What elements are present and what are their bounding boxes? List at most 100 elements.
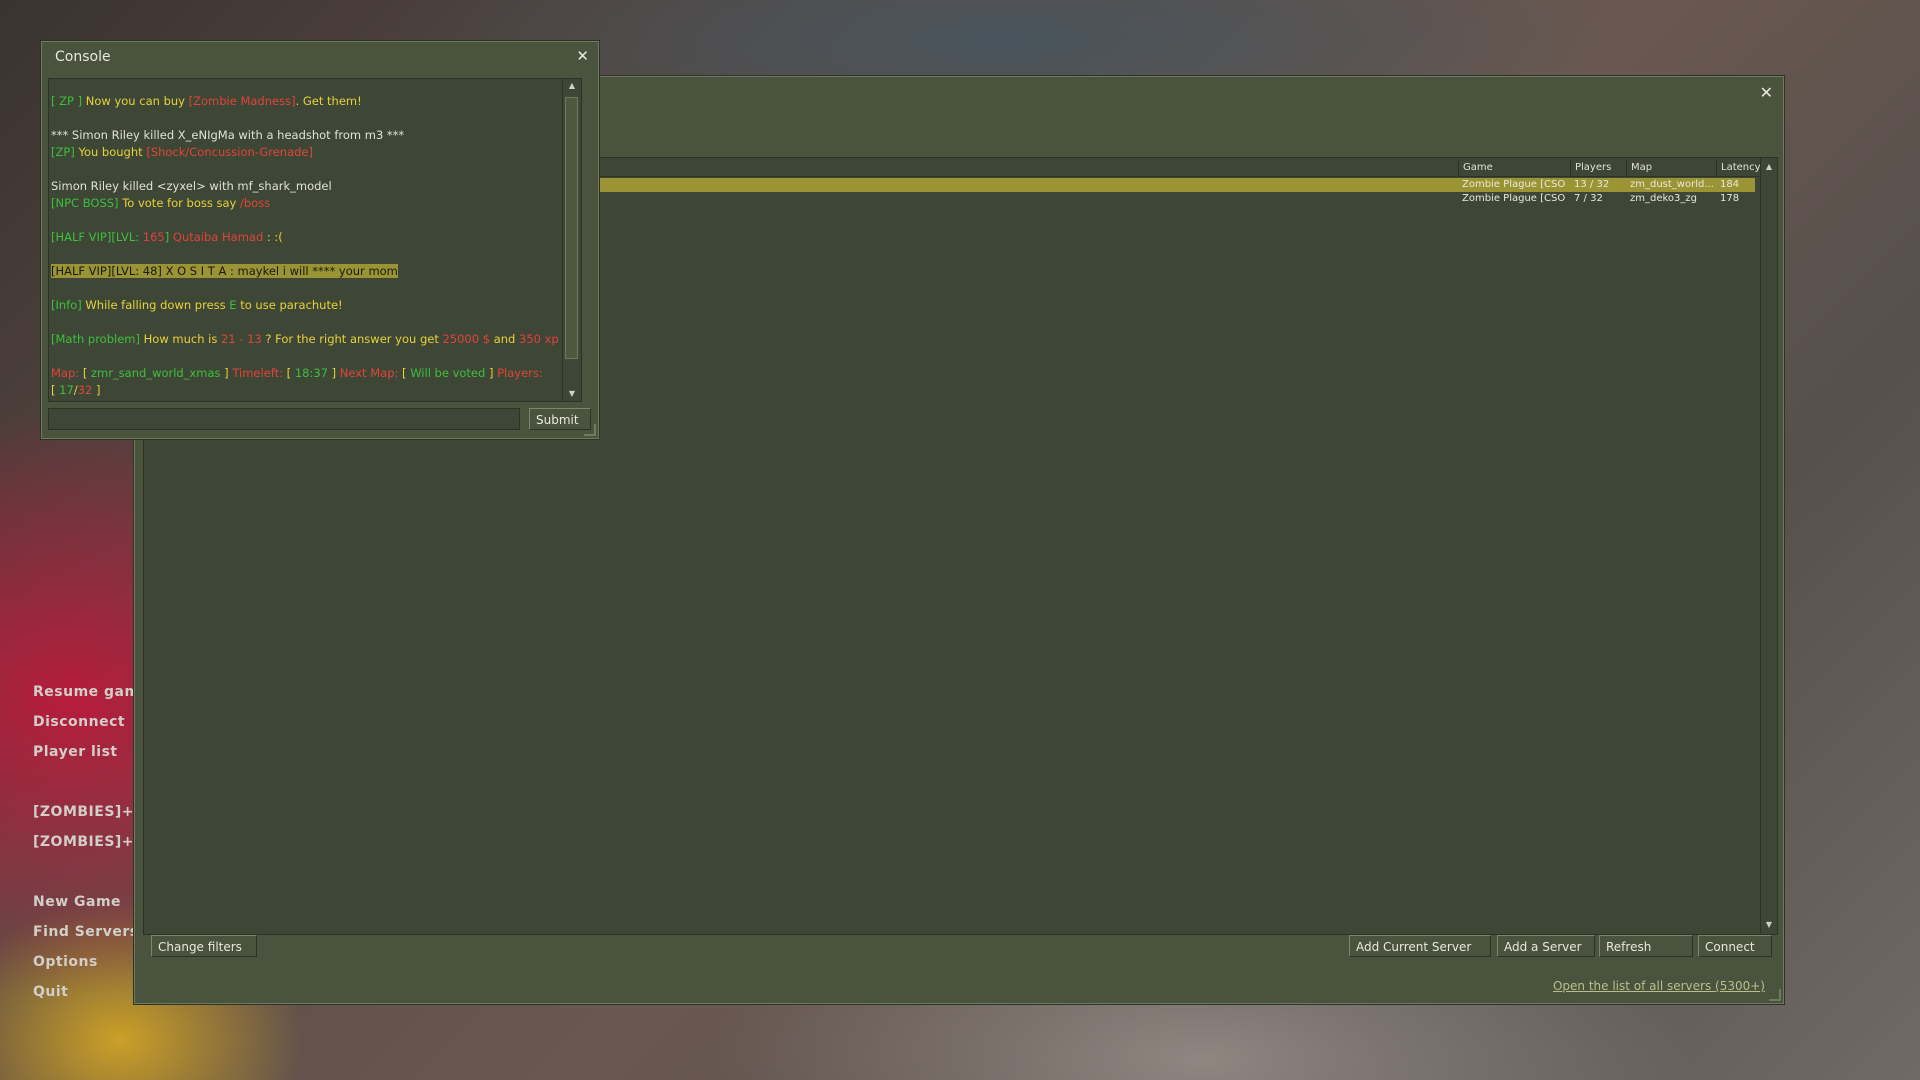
menu-item-quit[interactable]: Quit [33,984,68,1000]
console-text-segment: Next Map: [336,366,403,380]
scroll-up-icon[interactable]: ▲ [563,79,581,93]
console-text-segment: While falling down press [81,298,230,312]
console-text-segment: Now you can buy [82,94,189,108]
all-servers-link[interactable]: Open the list of all servers (5300+) [1553,979,1765,993]
console-text-segment: You bought [74,145,147,159]
console-line: [HALF VIP][LVL: 165] Qutaiba Hamad : :( [51,229,561,246]
console-line: [ ZP ] Now you can buy [Zombie Madness].… [51,93,561,110]
console-line: Simon Riley killed <zyxel> with mf_shark… [51,178,561,195]
console-text-segment: [HALF VIP][LVL: 48] X O S I T A : maykel… [51,264,398,278]
console-command-input[interactable] [48,408,520,430]
server-game: Zombie Plague [CSO] [1462,179,1566,190]
console-text-segment: 32 [77,383,93,397]
console-text-segment: [ [286,366,295,380]
close-icon[interactable]: ✕ [1760,83,1773,102]
console-text-segment: zmr_sand_world_xmas [90,366,221,380]
menu-item-player-list[interactable]: Player list [33,744,118,760]
console-text-segment: 17 [59,383,74,397]
add-current-server-button[interactable]: Add Current Server [1349,935,1491,957]
menu-item-find-servers[interactable]: Find Servers [33,924,139,940]
console-text-segment: and [490,332,519,346]
console-line: [Info] While falling down press E to use… [51,297,561,314]
console-text-segment: [HALF VIP][LVL: [51,230,143,244]
console-text-segment: To vote for boss say [118,196,240,210]
menu-item-disconnect[interactable]: Disconnect [33,714,125,730]
console-text-segment: 350 xp [519,332,559,346]
server-players: 7 / 32 [1574,193,1603,204]
console-text-segment: [ [402,366,411,380]
submit-button[interactable]: Submit [529,408,591,430]
menu-item-options[interactable]: Options [33,954,98,970]
console-text-segment: /boss [240,196,271,210]
console-text-segment: [NPC BOSS] [51,196,119,210]
server-players: 13 / 32 [1574,179,1610,190]
console-line: [Math problem] How much is 21 - 13 ? For… [51,331,561,348]
console-text-segment: [Math problem] [51,332,140,346]
server-map: zm_dust_world... [1630,179,1714,190]
console-text-segment: [Shock/Concussion-Grenade] [146,145,313,159]
console-text-segment: 21 - 13 [220,332,262,346]
add-a-server-button[interactable]: Add a Server [1497,935,1595,957]
close-icon[interactable]: ✕ [576,47,589,65]
console-text-segment: ] [327,366,337,380]
console-text-segment: ] [92,383,101,397]
console-text-segment: [Zombie Madness] [188,94,296,108]
server-map: zm_deko3_zg [1630,193,1698,204]
console-text-segment: *** Simon Riley killed X_eNIgMa with a h… [51,128,405,142]
resize-grip-icon[interactable] [1769,989,1781,1001]
console-title: Console [55,49,111,65]
column-header-game[interactable]: Game [1458,160,1570,176]
console-text-segment: Will be voted [410,366,486,380]
scroll-down-icon[interactable]: ▼ [1761,918,1777,932]
console-text-segment: 18:37 [294,366,328,380]
console-text-segment: 165 [142,230,165,244]
console-text-segment: Players: [493,366,543,380]
change-filters-button[interactable]: Change filters [151,935,257,957]
console-line: [ZP] You bought [Shock/Concussion-Grenad… [51,144,561,161]
resize-grip-icon[interactable] [584,424,596,436]
console-text-segment: Map: [51,366,83,380]
console-line: [NPC BOSS] To vote for boss say /boss [51,195,561,212]
console-lines: [ ZP ] Now you can buy [Zombie Madness].… [51,93,561,399]
console-line: [ 17/32 ] [51,382,561,399]
console-log: [ ZP ] Now you can buy [Zombie Madness].… [48,78,582,402]
connect-button[interactable]: Connect [1698,935,1772,957]
console-text-segment: [ ZP ] [51,94,83,108]
console-scrollbar[interactable]: ▲ ▼ [562,79,581,401]
server-list-scrollbar[interactable]: ▲ ▼ [1760,158,1777,934]
console-text-segment: [ZP] [51,145,75,159]
console-text-segment: How much is [139,332,221,346]
console-text-segment: [ [82,366,91,380]
console-text-segment: . Get them! [295,94,362,108]
console-text-segment: [ [51,383,60,397]
refresh-button[interactable]: Refresh [1599,935,1693,957]
scroll-thumb[interactable] [565,97,578,359]
console-text-segment: 25000 $ [442,332,491,346]
console-text-segment: ? For the right answer you get [261,332,443,346]
menu-item-new-game[interactable]: New Game [33,894,121,910]
console-text-segment: : :( [263,230,283,244]
console-text-segment: E [229,298,237,312]
console-line: Map: [ zmr_sand_world_xmas ] Timeleft: [… [51,365,561,382]
console-text-segment: [Info] [51,298,82,312]
scroll-down-icon[interactable]: ▼ [563,387,581,401]
console-window: Console ✕ [ ZP ] Now you can buy [Zombie… [41,41,599,439]
column-header-map[interactable]: Map [1626,160,1716,176]
console-line: *** Simon Riley killed X_eNIgMa with a h… [51,127,561,144]
server-latency: 184 [1720,179,1740,190]
console-text-segment: to use parachute! [236,298,343,312]
console-text-segment: Qutaiba Hamad [169,230,264,244]
console-line: [HALF VIP][LVL: 48] X O S I T A : maykel… [51,263,561,280]
column-header-players[interactable]: Players [1570,160,1626,176]
console-text-segment: ] [220,366,229,380]
server-game: Zombie Plague [CSO] [1462,193,1566,204]
menu-item-resume-game[interactable]: Resume game [33,684,150,700]
scroll-up-icon[interactable]: ▲ [1761,160,1777,174]
server-latency: 178 [1720,193,1740,204]
